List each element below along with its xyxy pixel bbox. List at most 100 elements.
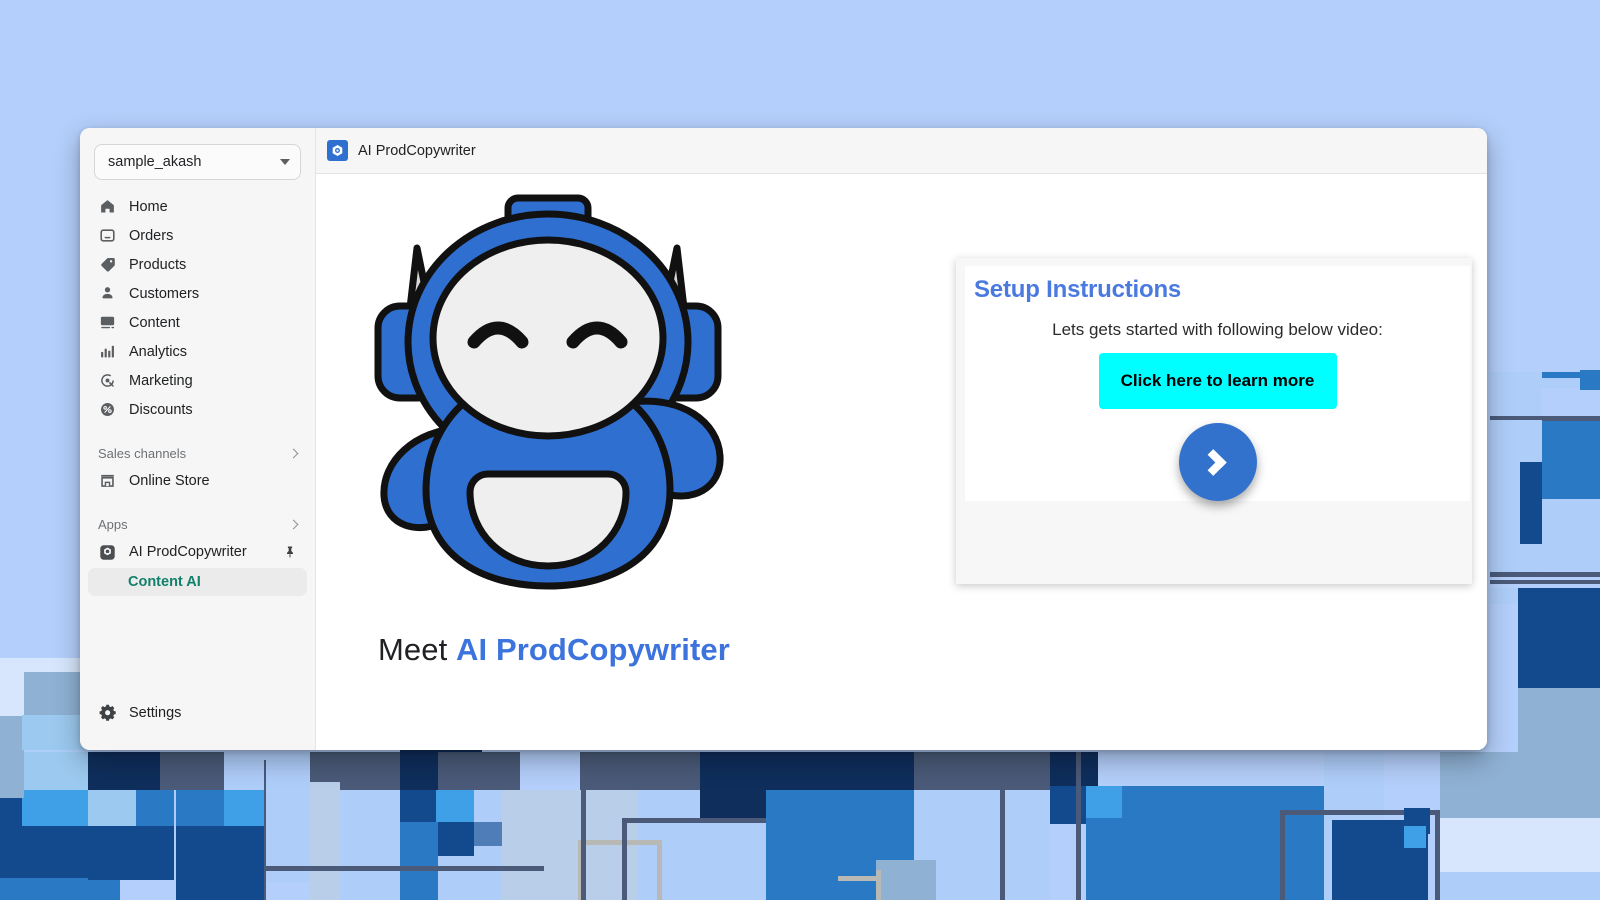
bg-shape	[400, 790, 438, 824]
sidebar-item-orders[interactable]: Orders	[88, 221, 307, 250]
chevron-right-icon	[288, 519, 299, 529]
home-icon	[98, 197, 117, 216]
store-name: sample_akash	[108, 154, 202, 170]
sidebar-item-label: Discounts	[129, 401, 193, 418]
bg-shape	[1086, 786, 1122, 818]
bg-shape	[176, 790, 224, 826]
chevron-right-play-icon	[1199, 448, 1227, 476]
bg-shape	[1518, 588, 1600, 688]
bg-shape	[974, 752, 1050, 792]
storefront-icon	[98, 471, 117, 490]
sidebar-item-analytics[interactable]: Analytics	[88, 337, 307, 366]
gear-icon	[98, 704, 117, 723]
bg-outline	[1490, 580, 1600, 584]
bg-outline	[264, 760, 266, 900]
sidebar-subitem-content-ai[interactable]: Content AI	[88, 568, 307, 596]
sidebar-item-products[interactable]: Products	[88, 250, 307, 279]
bg-shape	[876, 860, 936, 900]
bg-shape	[974, 790, 1050, 900]
sidebar-section-apps[interactable]: Apps	[80, 511, 315, 537]
app-hexagon-icon	[327, 140, 348, 161]
marketing-target-icon	[98, 371, 117, 390]
app-canvas: Meet AI ProdCopywriter Setup Instruction…	[316, 174, 1487, 750]
bg-outline	[1490, 572, 1600, 577]
bg-shape	[1404, 826, 1426, 848]
bg-shape	[1440, 752, 1520, 794]
store-switcher[interactable]: sample_akash	[94, 144, 301, 180]
sidebar-item-marketing[interactable]: Marketing	[88, 366, 307, 395]
sidebar-item-label: Orders	[129, 227, 174, 244]
pin-icon[interactable]	[283, 545, 297, 559]
chevron-down-icon	[280, 159, 290, 165]
sidebar-section-sales-channels[interactable]: Sales channels	[80, 440, 315, 466]
bg-shape	[914, 752, 974, 792]
sidebar-item-label: Analytics	[129, 343, 188, 360]
setup-card-body: Setup Instructions Lets gets started wit…	[965, 266, 1470, 501]
sidebar-item-online-store[interactable]: Online Store	[88, 466, 307, 495]
play-video-button[interactable]	[1178, 423, 1257, 501]
sidebar-item-label: AI ProdCopywriter	[129, 544, 247, 560]
sidebar-item-discounts[interactable]: Discounts	[88, 395, 307, 424]
sidebar-item-label: Online Store	[129, 472, 210, 489]
orders-inbox-icon	[98, 226, 117, 245]
bg-shape	[340, 752, 400, 792]
sidebar-item-label: Marketing	[129, 372, 193, 389]
sidebar-item-home[interactable]: Home	[88, 192, 307, 221]
bg-shape	[1580, 370, 1600, 390]
bg-shape	[88, 826, 174, 880]
bg-outline	[838, 876, 878, 881]
bg-outline	[264, 866, 544, 871]
app-window: sample_akash Home Orders Products Custom…	[80, 128, 1487, 750]
bg-shape	[474, 790, 502, 822]
sidebar-item-customers[interactable]: Customers	[88, 279, 307, 308]
bg-shape	[88, 790, 136, 826]
bg-shape	[1050, 786, 1088, 810]
bg-outline	[581, 790, 586, 900]
bg-shape	[160, 752, 224, 792]
app-title: AI ProdCopywriter	[358, 142, 476, 159]
sidebar-item-label: Home	[129, 198, 168, 215]
primary-nav: Home Orders Products Customers Content A…	[80, 192, 315, 424]
bg-shape	[1440, 872, 1600, 900]
bg-shape	[400, 822, 438, 900]
products-tag-icon	[98, 255, 117, 274]
bg-shape	[474, 822, 502, 846]
discounts-percent-icon	[98, 400, 117, 419]
bg-shape	[1542, 499, 1600, 571]
bg-shape	[224, 790, 264, 826]
bg-shape	[0, 878, 120, 900]
bg-shape	[1542, 421, 1600, 499]
app-topbar: AI ProdCopywriter	[316, 128, 1487, 174]
bg-shape	[1520, 462, 1544, 544]
sidebar-item-label: Customers	[129, 285, 200, 302]
bg-outline	[876, 870, 881, 900]
bg-outline	[1000, 752, 1005, 900]
section-label: Sales channels	[98, 445, 187, 461]
bg-shape	[340, 790, 400, 900]
bg-shape	[1324, 752, 1384, 792]
bg-outline	[1076, 752, 1081, 900]
setup-card-subtitle: Lets gets started with following below v…	[1052, 320, 1383, 339]
page-title-accent: AI ProdCopywriter	[456, 632, 730, 667]
bg-shape	[436, 790, 474, 824]
bg-shape	[766, 752, 914, 792]
sidebar-item-content[interactable]: Content	[88, 308, 307, 337]
bg-shape	[264, 752, 310, 882]
sidebar-item-ai-prodcopywriter[interactable]: AI ProdCopywriter	[88, 537, 307, 567]
bg-shape	[1518, 688, 1600, 800]
bg-shape	[400, 752, 438, 792]
sidebar-item-settings[interactable]: Settings	[88, 698, 307, 728]
sidebar-item-label: Settings	[129, 705, 182, 721]
bg-shape	[22, 790, 88, 826]
sidebar-item-label: Content	[129, 314, 180, 331]
page-title-prefix: Meet	[378, 632, 457, 667]
learn-more-button[interactable]: Click here to learn more	[1098, 353, 1337, 409]
page-title: Meet AI ProdCopywriter	[378, 632, 730, 668]
analytics-bars-icon	[98, 342, 117, 361]
bg-shape	[436, 822, 474, 856]
bg-shape	[0, 750, 24, 798]
bg-shape	[1440, 818, 1600, 878]
chevron-right-icon	[288, 448, 299, 458]
customers-person-icon	[98, 284, 117, 303]
